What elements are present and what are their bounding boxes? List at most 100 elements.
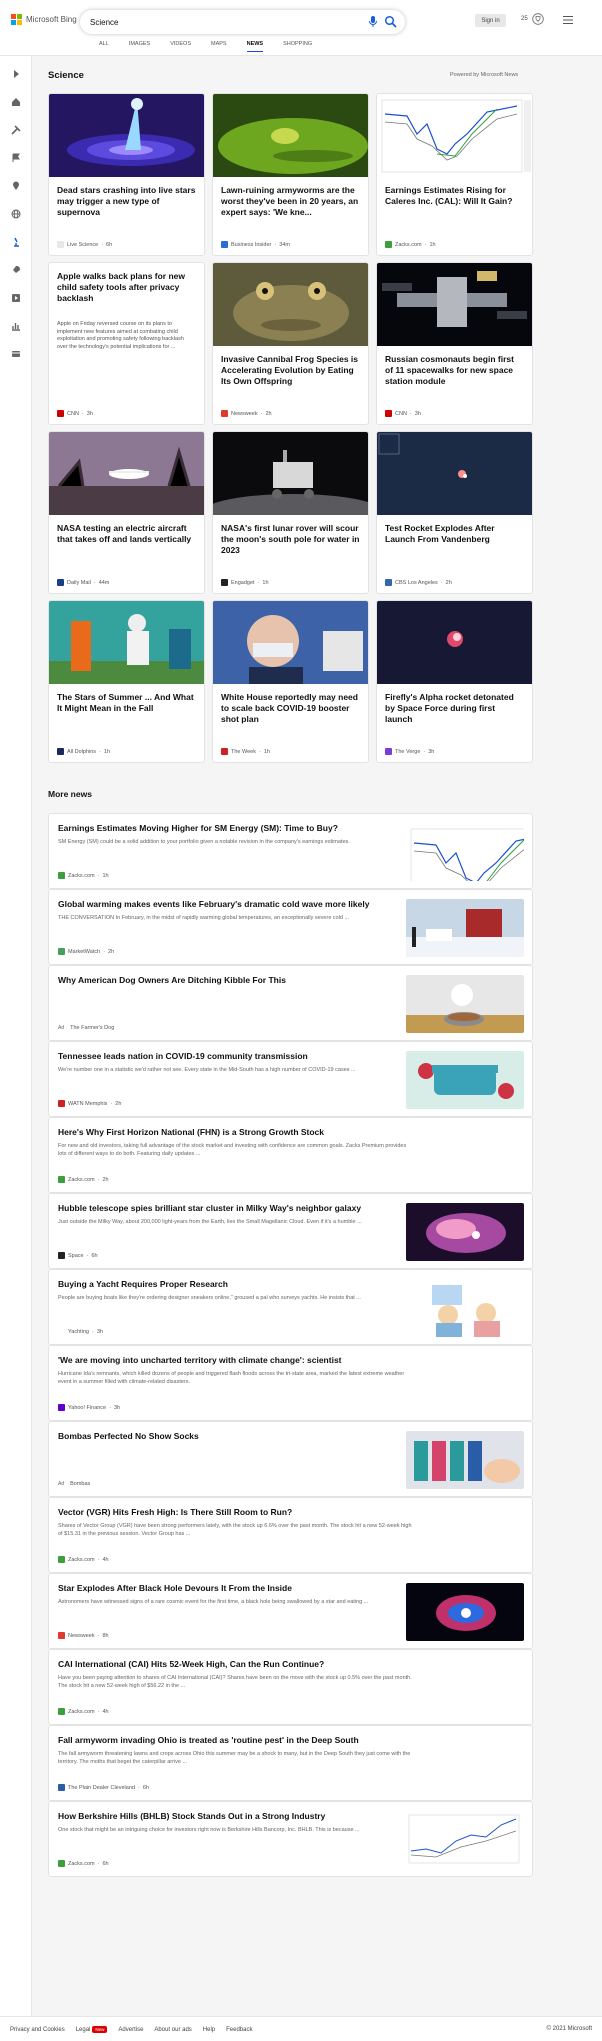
news-item-title[interactable]: Star Explodes After Black Hole Devours I… xyxy=(58,1583,418,1593)
news-card[interactable]: Invasive Cannibal Frog Species is Accele… xyxy=(212,262,369,425)
news-list-item[interactable]: Bombas Perfected No Show Socks Ad Bombas xyxy=(48,1421,533,1497)
news-item-title[interactable]: Buying a Yacht Requires Proper Research xyxy=(58,1279,418,1289)
news-card[interactable]: Apple walks back plans for new child saf… xyxy=(48,262,205,425)
rewards-trophy-icon[interactable] xyxy=(532,13,544,25)
ad-label: Ad xyxy=(58,1025,65,1031)
news-card-title[interactable]: Dead stars crashing into live stars may … xyxy=(57,185,196,218)
news-item-title[interactable]: Why American Dog Owners Are Ditching Kib… xyxy=(58,975,418,985)
source-logo-icon xyxy=(58,1708,65,1715)
rewards-points[interactable]: 25 xyxy=(521,16,528,22)
news-item-title[interactable]: Hubble telescope spies brilliant star cl… xyxy=(58,1203,418,1213)
news-card[interactable]: NASA testing an electric aircraft that t… xyxy=(48,431,205,594)
news-item-title[interactable]: Here's Why First Horizon National (FHN) … xyxy=(58,1127,418,1137)
menu-icon[interactable] xyxy=(563,16,573,24)
news-item-title[interactable]: Bombas Perfected No Show Socks xyxy=(58,1431,418,1441)
news-list-item[interactable]: CAI International (CAI) Hits 52-Week Hig… xyxy=(48,1649,533,1725)
news-card[interactable]: NASA's first lunar rover will scour the … xyxy=(212,431,369,594)
globe-icon[interactable] xyxy=(11,209,21,219)
news-list-item[interactable]: Fall armyworm invading Ohio is treated a… xyxy=(48,1725,533,1801)
news-card-title[interactable]: Invasive Cannibal Frog Species is Accele… xyxy=(221,354,360,387)
news-item-title[interactable]: How Berkshire Hills (BHLB) Stock Stands … xyxy=(58,1811,418,1821)
news-card[interactable]: Dead stars crashing into live stars may … xyxy=(48,93,205,256)
footer-link-help[interactable]: Help xyxy=(203,2027,215,2033)
news-card[interactable]: Earnings Estimates Rising for Caleres In… xyxy=(376,93,533,256)
news-card-title[interactable]: Apple walks back plans for new child saf… xyxy=(57,271,196,304)
expand-icon[interactable] xyxy=(11,69,21,79)
search-icon[interactable] xyxy=(384,15,397,28)
tab-shopping[interactable]: SHOPPING xyxy=(273,41,322,52)
news-card[interactable]: Lawn-ruining armyworms are the worst the… xyxy=(212,93,369,256)
news-list-item[interactable]: Global warming makes events like Februar… xyxy=(48,889,533,965)
news-card-title[interactable]: NASA's first lunar rover will scour the … xyxy=(221,523,360,556)
separator-dot: · xyxy=(137,1784,140,1791)
source-logo-icon xyxy=(57,241,64,248)
news-card[interactable]: The Stars of Summer ... And What It Migh… xyxy=(48,600,205,763)
news-card[interactable]: Firefly's Alpha rocket detonated by Spac… xyxy=(376,600,533,763)
news-item-title[interactable]: Earnings Estimates Moving Higher for SM … xyxy=(58,823,418,833)
rocket-icon[interactable] xyxy=(11,265,21,275)
news-card-title[interactable]: NASA testing an electric aircraft that t… xyxy=(57,523,196,545)
video-icon[interactable] xyxy=(11,293,21,303)
flag-icon[interactable] xyxy=(11,153,21,163)
news-card-source: Zacks.com · 1h xyxy=(385,241,436,248)
search-tabs: ALL IMAGES VIDEOS MAPS NEWS SHOPPING xyxy=(89,41,322,52)
microphone-icon[interactable] xyxy=(368,16,378,28)
news-card-title[interactable]: Russian cosmonauts begin first of 11 spa… xyxy=(385,354,524,387)
news-item-title[interactable]: 'We are moving into uncharted territory … xyxy=(58,1355,418,1365)
sign-in-button[interactable]: Sign in xyxy=(475,14,506,27)
news-item-title[interactable]: Vector (VGR) Hits Fresh High: Is There S… xyxy=(58,1507,418,1517)
source-name: Zacks.com xyxy=(68,872,95,879)
news-list-item[interactable]: Hubble telescope spies brilliant star cl… xyxy=(48,1193,533,1269)
news-item-title[interactable]: CAI International (CAI) Hits 52-Week Hig… xyxy=(58,1659,418,1669)
news-card-source: CNN · 3h xyxy=(385,410,421,417)
news-item-title[interactable]: Global warming makes events like Februar… xyxy=(58,899,418,909)
source-time: 3h xyxy=(86,410,93,417)
news-list-item[interactable]: 'We are moving into uncharted territory … xyxy=(48,1345,533,1421)
news-list-item[interactable]: Star Explodes After Black Hole Devours I… xyxy=(48,1573,533,1649)
news-card-image xyxy=(213,263,368,346)
news-card-title[interactable]: Lawn-ruining armyworms are the worst the… xyxy=(221,185,360,218)
news-card-title[interactable]: Test Rocket Explodes After Launch From V… xyxy=(385,523,524,545)
tab-images[interactable]: IMAGES xyxy=(119,41,160,52)
news-list-item[interactable]: Earnings Estimates Moving Higher for SM … xyxy=(48,813,533,889)
source-time: 3h xyxy=(113,1404,121,1411)
money-icon[interactable] xyxy=(11,349,21,359)
news-list-item[interactable]: Tennessee leads nation in COVID-19 commu… xyxy=(48,1041,533,1117)
source-time: 3h xyxy=(414,410,421,417)
news-item-snippet: Shares of Vector Group (VGR) have been s… xyxy=(58,1523,412,1537)
news-card-title[interactable]: Firefly's Alpha rocket detonated by Spac… xyxy=(385,692,524,725)
news-card-title[interactable]: Earnings Estimates Rising for Caleres In… xyxy=(385,185,524,207)
tab-all[interactable]: ALL xyxy=(89,41,119,52)
news-list-item[interactable]: Here's Why First Horizon National (FHN) … xyxy=(48,1117,533,1193)
news-list-item[interactable]: Why American Dog Owners Are Ditching Kib… xyxy=(48,965,533,1041)
news-list-item[interactable]: How Berkshire Hills (BHLB) Stock Stands … xyxy=(48,1801,533,1877)
tab-news[interactable]: NEWS xyxy=(237,41,274,52)
bing-logo[interactable]: Microsoft Bing xyxy=(11,14,77,25)
footer-link-advertise[interactable]: Advertise xyxy=(118,2027,143,2033)
news-list-item[interactable]: Vector (VGR) Hits Fresh High: Is There S… xyxy=(48,1497,533,1573)
tools-icon[interactable] xyxy=(11,125,21,135)
news-card[interactable]: Test Rocket Explodes After Launch From V… xyxy=(376,431,533,594)
microscope-icon[interactable] xyxy=(11,237,21,247)
search-input[interactable] xyxy=(90,17,350,27)
footer-link-privacy-and-cookies[interactable]: Privacy and Cookies xyxy=(10,2027,65,2033)
news-item-source: Ad Bombas xyxy=(58,1481,90,1487)
chart-icon[interactable] xyxy=(11,321,21,331)
news-card-title[interactable]: White House reportedly may need to scale… xyxy=(221,692,360,725)
news-item-title[interactable]: Tennessee leads nation in COVID-19 commu… xyxy=(58,1051,418,1061)
source-time: 1h xyxy=(263,748,270,755)
footer-link-feedback[interactable]: Feedback xyxy=(226,2027,252,2033)
tab-maps[interactable]: MAPS xyxy=(201,41,237,52)
news-list-item[interactable]: Buying a Yacht Requires Proper Research P… xyxy=(48,1269,533,1345)
source-name: CBS Los Angeles xyxy=(395,579,438,586)
pin-icon[interactable] xyxy=(11,181,21,191)
news-item-title[interactable]: Fall armyworm invading Ohio is treated a… xyxy=(58,1735,418,1745)
tab-videos[interactable]: VIDEOS xyxy=(160,41,201,52)
news-card[interactable]: White House reportedly may need to scale… xyxy=(212,600,369,763)
home-icon[interactable] xyxy=(11,97,21,107)
footer-link-legal[interactable]: Legal New xyxy=(76,2026,108,2033)
news-card-title[interactable]: The Stars of Summer ... And What It Migh… xyxy=(57,692,196,714)
footer-link-about-our-ads[interactable]: About our ads xyxy=(154,2027,191,2033)
news-card[interactable]: Russian cosmonauts begin first of 11 spa… xyxy=(376,262,533,425)
news-item-source: WATN Memphis · 2h xyxy=(58,1100,121,1107)
